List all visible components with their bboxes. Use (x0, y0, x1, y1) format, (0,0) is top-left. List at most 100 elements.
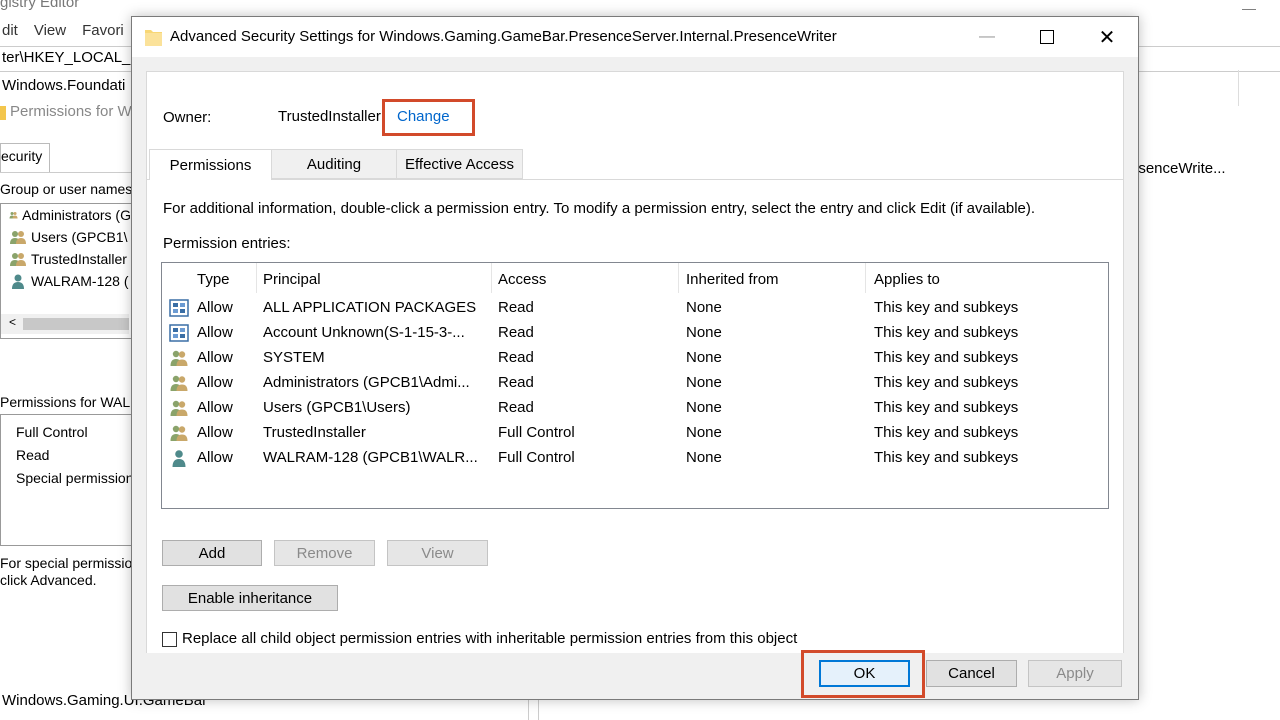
column-header-access[interactable]: Access (498, 271, 546, 288)
owner-value: TrustedInstaller (278, 108, 381, 125)
group-icon (170, 400, 188, 416)
maximize-button[interactable] (1017, 17, 1077, 57)
tab-effective-access[interactable]: Effective Access (396, 149, 523, 179)
group-icon (170, 375, 188, 391)
permissions-for-label: Permissions for WALI (0, 394, 135, 410)
entry-access: Read (498, 324, 534, 341)
group-label: Group or user names: (0, 181, 137, 197)
table-row[interactable]: Allow Users (GPCB1\Users) Read None This key… (162, 396, 1108, 421)
menu-favorites[interactable]: Favori (82, 22, 124, 39)
column-separator[interactable] (256, 263, 257, 293)
registry-menubar: dit View Favori (2, 22, 140, 40)
cancel-button[interactable]: Cancel (926, 660, 1017, 687)
perm-item: Special permissions (16, 470, 141, 486)
menu-edit[interactable]: dit (2, 22, 18, 39)
add-button[interactable]: Add (162, 540, 262, 566)
entry-access: Read (498, 399, 534, 416)
remove-button[interactable]: Remove (274, 540, 375, 566)
entry-principal: ALL APPLICATION PACKAGES (263, 299, 477, 316)
close-button[interactable]: ✕ (1077, 17, 1137, 57)
entry-access: Read (498, 374, 534, 391)
chevron-left-icon[interactable]: < (9, 315, 16, 329)
column-header-applies-to[interactable]: Applies to (874, 271, 940, 288)
group-icon (10, 231, 26, 244)
group-name: Administrators (G (22, 207, 131, 223)
column-separator[interactable] (491, 263, 492, 293)
entry-principal: WALRAM-128 (GPCB1\WALR... (263, 449, 478, 466)
group-icon (170, 350, 188, 366)
divider (538, 698, 539, 720)
package-icon (169, 324, 189, 342)
column-header-type[interactable]: Type (197, 271, 230, 288)
replace-child-permissions-label[interactable]: Replace all child object permission entr… (182, 630, 797, 647)
entry-type: Allow (197, 374, 233, 391)
column-separator[interactable] (678, 263, 679, 293)
note-line: click Advanced. (0, 572, 97, 588)
horizontal-scrollbar[interactable]: < (1, 314, 129, 334)
column-header-inherited-from[interactable]: Inherited from (686, 271, 779, 288)
entry-access: Full Control (498, 424, 575, 441)
close-icon[interactable]: — (1242, 0, 1256, 16)
tab-security[interactable]: ecurity (0, 143, 50, 173)
registry-editor-title: gistry Editor (0, 0, 80, 11)
table-row[interactable]: Allow Administrators (GPCB1\Admi... Read No… (162, 371, 1108, 396)
entry-applies-to: This key and subkeys (874, 424, 1019, 441)
selected-key[interactable]: Windows.Foundati (2, 77, 125, 94)
divider (528, 698, 529, 720)
dialog-titlebar[interactable]: Advanced Security Settings for Windows.G… (132, 17, 1138, 57)
list-item[interactable]: Administrators (G (1, 204, 131, 226)
entry-applies-to: This key and subkeys (874, 324, 1019, 341)
entry-type: Allow (197, 424, 233, 441)
entry-principal: Administrators (GPCB1\Admi... (263, 374, 470, 391)
entry-inherited-from: None (686, 349, 722, 366)
tab-auditing[interactable]: Auditing (271, 149, 397, 179)
enable-inheritance-button[interactable]: Enable inheritance (162, 585, 338, 611)
scrollbar-thumb[interactable] (23, 318, 129, 330)
table-row[interactable]: Allow SYSTEM Read None This key and subkeys (162, 346, 1108, 371)
list-item[interactable]: Users (GPCB1\ (1, 226, 131, 248)
package-icon (169, 299, 189, 317)
view-button[interactable]: View (387, 540, 488, 566)
entry-inherited-from: None (686, 374, 722, 391)
entry-inherited-from: None (686, 324, 722, 341)
group-icon (9, 211, 18, 219)
entries-label: Permission entries: (163, 235, 291, 252)
entry-inherited-from: None (686, 399, 722, 416)
advanced-security-dialog: Advanced Security Settings for Windows.G… (131, 16, 1139, 700)
entry-applies-to: This key and subkeys (874, 299, 1019, 316)
dialog-content: Owner: TrustedInstaller Change Permissio… (146, 71, 1124, 653)
permissions-list: Full Control Read Special permissions (0, 414, 141, 546)
menu-view[interactable]: View (34, 22, 66, 39)
entry-access: Full Control (498, 449, 575, 466)
permission-entries-list[interactable]: Type Principal Access Inherited from App… (161, 262, 1109, 509)
minimize-button[interactable]: — (957, 17, 1017, 57)
highlight-box (382, 99, 475, 136)
entry-inherited-from: None (686, 299, 722, 316)
entry-applies-to: This key and subkeys (874, 399, 1019, 416)
replace-child-permissions-checkbox[interactable] (162, 632, 177, 647)
entry-principal: SYSTEM (263, 349, 325, 366)
entry-type: Allow (197, 399, 233, 416)
user-icon (12, 274, 24, 289)
table-row[interactable]: Allow WALRAM-128 (GPCB1\WALR... Full Contr… (162, 446, 1108, 471)
note-line: For special permission (0, 555, 141, 571)
perm-item: Read (16, 447, 50, 463)
tab-permissions[interactable]: Permissions (149, 149, 272, 180)
entry-inherited-from: None (686, 424, 722, 441)
highlight-box (801, 650, 925, 698)
apply-button[interactable]: Apply (1028, 660, 1122, 687)
list-item[interactable]: WALRAM-128 ( (1, 270, 131, 292)
table-row[interactable]: Allow Account Unknown(S-1-15-3-... Read Non… (162, 321, 1108, 346)
entry-type: Allow (197, 299, 233, 316)
entry-type: Allow (197, 449, 233, 466)
table-row[interactable]: Allow ALL APPLICATION PACKAGES Read None Thi… (162, 296, 1108, 321)
permissions-dialog-title: Permissions for W (10, 103, 132, 120)
column-header-principal[interactable]: Principal (263, 271, 321, 288)
list-item[interactable]: TrustedInstaller (1, 248, 131, 270)
column-separator[interactable] (865, 263, 866, 293)
entry-type: Allow (197, 324, 233, 341)
table-row[interactable]: Allow TrustedInstaller Full Control None Thi… (162, 421, 1108, 446)
group-name: WALRAM-128 ( (31, 273, 129, 289)
perm-item: Full Control (16, 424, 88, 440)
entry-principal: Users (GPCB1\Users) (263, 399, 411, 416)
